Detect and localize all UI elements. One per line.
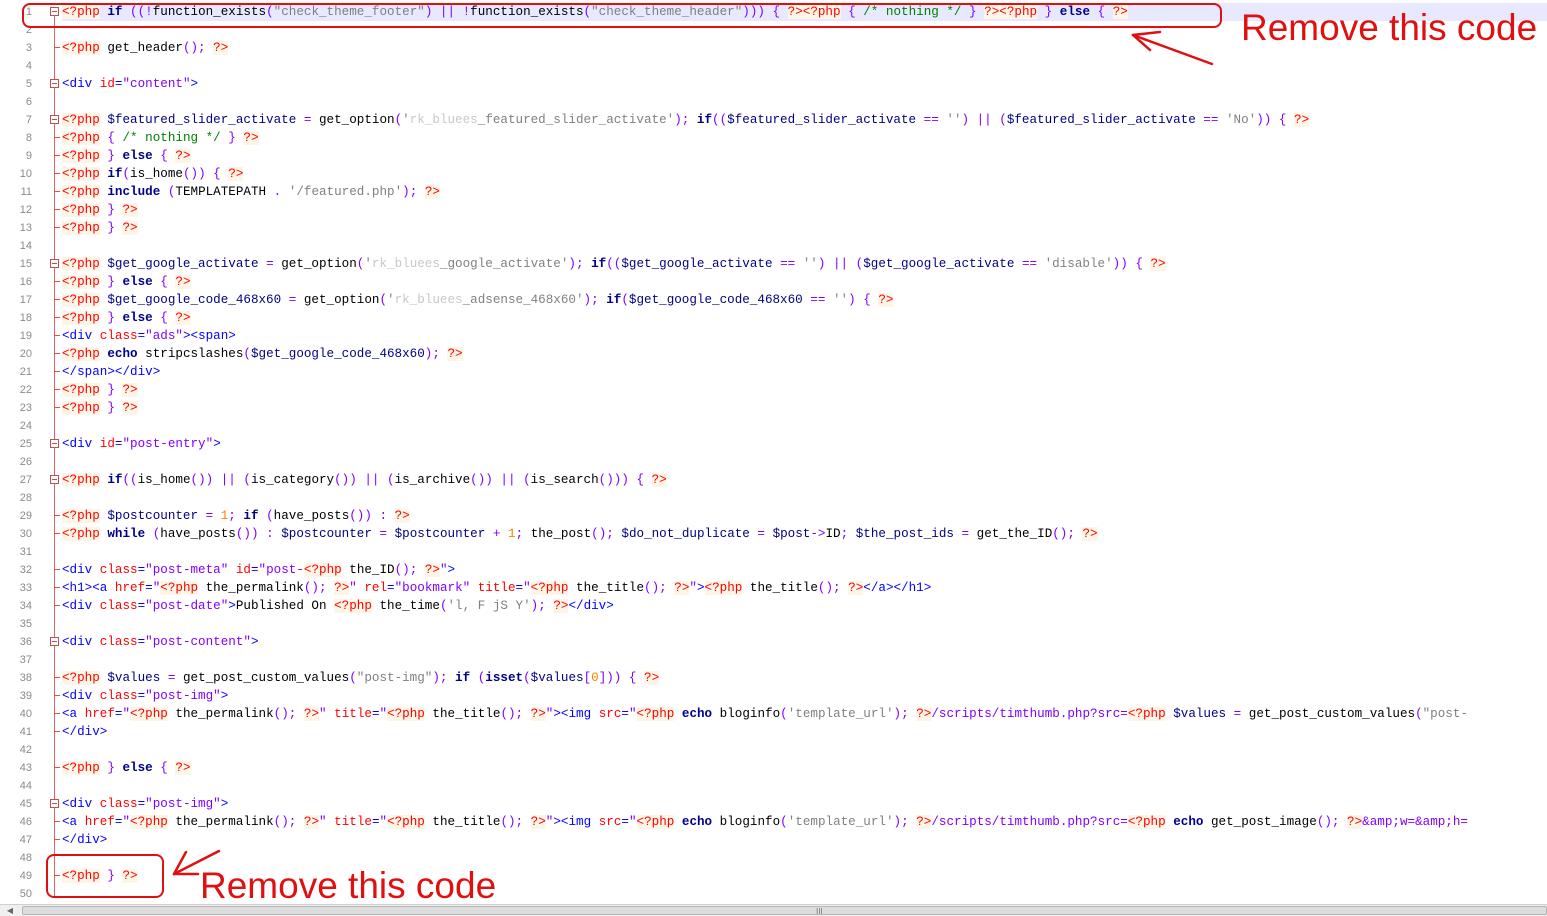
arrow-bottom-icon: [172, 849, 221, 876]
arrow-top-icon: [1131, 30, 1214, 66]
annotation-arrows: [172, 30, 1214, 876]
